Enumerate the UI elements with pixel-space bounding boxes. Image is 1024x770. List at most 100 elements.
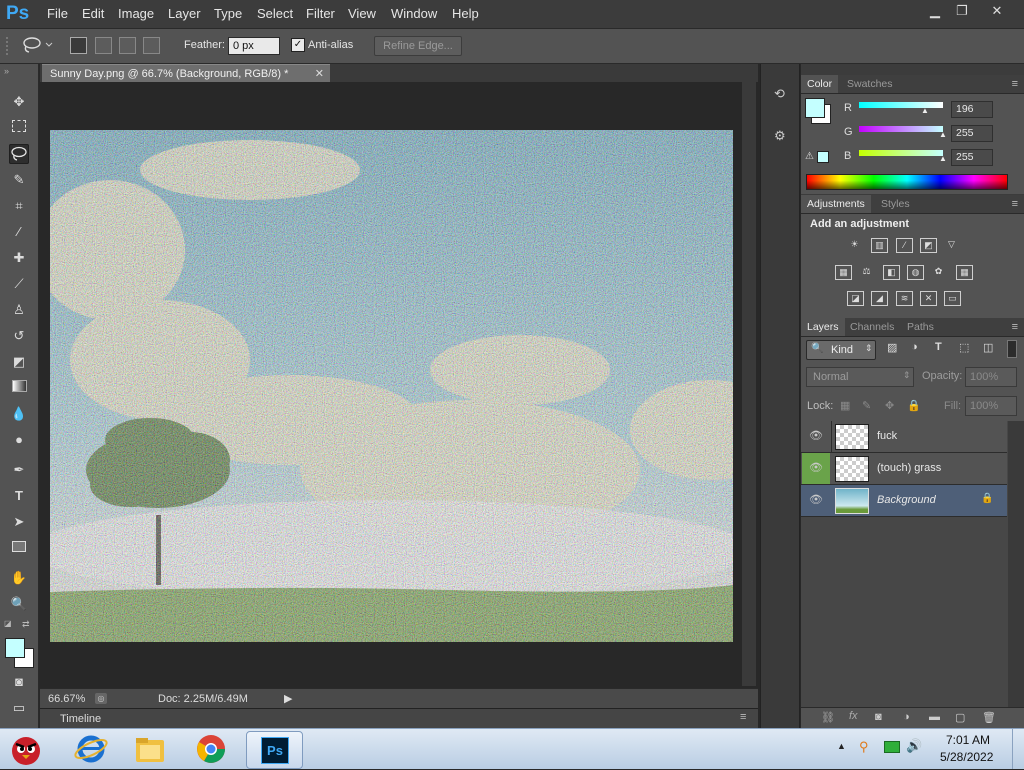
photo-filter-icon[interactable]: ◍ <box>907 265 924 280</box>
opacity-field[interactable]: 100% <box>965 367 1017 387</box>
color-balance-icon[interactable]: ⚖ <box>859 265 874 278</box>
menu-type[interactable]: Type <box>214 6 242 21</box>
new-group-icon[interactable]: ▬ <box>929 711 940 723</box>
new-adjustment-layer-icon[interactable]: ◑ <box>903 711 910 723</box>
eraser-tool-icon[interactable]: ◩ <box>9 352 29 372</box>
vibrance-icon[interactable]: ▽ <box>944 238 959 251</box>
layers-scrollbar[interactable] <box>1008 421 1024 707</box>
subtract-from-selection-button[interactable] <box>119 37 136 54</box>
document-tab[interactable]: Sunny Day.png @ 66.7% (Background, RGB/8… <box>42 64 330 83</box>
add-to-selection-button[interactable] <box>95 37 112 54</box>
path-selection-tool-icon[interactable]: ➤ <box>9 512 29 532</box>
start-button[interactable] <box>4 731 48 767</box>
menu-file[interactable]: File <box>47 6 68 21</box>
rectangle-tool-icon[interactable] <box>9 538 29 558</box>
brightness-contrast-icon[interactable]: ☀ <box>847 238 862 251</box>
new-selection-button[interactable] <box>70 37 87 54</box>
clock-date[interactable]: 5/28/2022 <box>940 750 993 764</box>
foreground-color-swatch[interactable] <box>5 638 25 658</box>
lasso-tool-icon[interactable] <box>9 144 29 164</box>
history-panel-icon[interactable]: ⟲ <box>774 86 790 104</box>
panel-foreground-swatch[interactable] <box>805 98 825 118</box>
tray-monitor-icon[interactable] <box>884 741 900 753</box>
filter-kind-dropdown[interactable]: 🔍 Kind ⇕ <box>806 340 876 360</box>
filter-type-icon[interactable]: T <box>935 341 942 353</box>
type-tool-icon[interactable]: T <box>9 486 29 506</box>
adjustments-panel-menu-icon[interactable]: ≡ <box>1012 198 1018 210</box>
color-panel-menu-icon[interactable]: ≡ <box>1012 78 1018 90</box>
menu-image[interactable]: Image <box>118 6 154 21</box>
layer-name[interactable]: fuck <box>877 430 897 442</box>
menu-view[interactable]: View <box>348 6 376 21</box>
menu-window[interactable]: Window <box>391 6 437 21</box>
tab-color[interactable]: Color <box>801 75 839 93</box>
layer-name[interactable]: Background <box>877 494 936 506</box>
visibility-eye-icon[interactable]: 👁 <box>802 453 830 484</box>
filter-shape-icon[interactable]: ⬚ <box>959 341 969 354</box>
layers-panel-menu-icon[interactable]: ≡ <box>1012 321 1018 333</box>
antialias-checkbox[interactable]: ✓ <box>291 38 305 52</box>
hand-tool-icon[interactable]: ✋ <box>9 568 29 588</box>
channel-r-value[interactable]: 196 <box>951 101 993 118</box>
menu-layer[interactable]: Layer <box>168 6 201 21</box>
filter-adjustment-icon[interactable]: ◑ <box>911 341 918 353</box>
zoom-tool-icon[interactable]: 🔍 <box>9 594 29 614</box>
feather-input[interactable]: 0 px <box>228 37 280 55</box>
show-desktop-button[interactable] <box>1012 729 1024 769</box>
menu-help[interactable]: Help <box>452 6 479 21</box>
layer-row[interactable]: 👁 (touch) grass <box>801 453 1007 485</box>
canvas-image[interactable] <box>50 130 733 642</box>
clock-time[interactable]: 7:01 AM <box>946 733 990 747</box>
screen-mode-icon[interactable]: ▭ <box>9 698 29 718</box>
quick-mask-icon[interactable]: ◙ <box>9 672 29 692</box>
lock-all-icon[interactable]: 🔒 <box>907 399 921 412</box>
intersect-selection-button[interactable] <box>143 37 160 54</box>
channel-g-thumb[interactable]: ▲ <box>939 130 947 139</box>
show-hidden-icons[interactable]: ▲ <box>837 741 846 751</box>
visibility-eye-icon[interactable]: 👁 <box>809 429 823 443</box>
filter-smart-object-icon[interactable]: ◫ <box>983 341 993 354</box>
channel-b-thumb[interactable]: ▲ <box>939 154 947 163</box>
zoom-level[interactable]: 66.67% <box>48 693 85 705</box>
channel-r-thumb[interactable]: ▲ <box>921 106 929 115</box>
channel-r-slider[interactable] <box>859 102 943 108</box>
lock-transparent-icon[interactable]: ▦ <box>840 399 850 412</box>
status-menu-arrow-icon[interactable]: ▶ <box>284 692 292 705</box>
blend-mode-dropdown[interactable]: Normal ⇕ <box>806 367 914 387</box>
quick-selection-tool-icon[interactable]: ✎ <box>9 170 29 190</box>
healing-brush-tool-icon[interactable]: ✚ <box>9 248 29 268</box>
collapse-tools-icon[interactable]: » <box>4 66 9 76</box>
tray-search-icon[interactable]: ⚲ <box>859 739 869 755</box>
channel-b-slider[interactable] <box>859 150 943 156</box>
posterize-icon[interactable]: ◢ <box>871 291 888 306</box>
threshold-icon[interactable]: ≋ <box>896 291 913 306</box>
lasso-preset-picker[interactable] <box>20 35 54 55</box>
tab-swatches[interactable]: Swatches <box>841 75 899 93</box>
timeline-label[interactable]: Timeline <box>60 713 101 725</box>
filter-pixel-icon[interactable]: ▨ <box>887 341 897 354</box>
gradient-tool-icon[interactable] <box>9 378 29 398</box>
channel-b-value[interactable]: 255 <box>951 149 993 166</box>
layer-lock-icon[interactable]: 🔒 <box>981 493 993 504</box>
gradient-map-icon[interactable]: ▭ <box>944 291 961 306</box>
invert-icon[interactable]: ◪ <box>847 291 864 306</box>
color-spectrum-ramp[interactable] <box>806 174 1008 190</box>
eyedropper-tool-icon[interactable]: ⁄ <box>9 222 29 242</box>
photoshop-taskbar-button[interactable]: Ps <box>246 731 303 769</box>
tab-adjustments[interactable]: Adjustments <box>801 195 871 213</box>
refine-edge-button[interactable]: Refine Edge... <box>374 36 462 56</box>
curves-icon[interactable]: ⁄ <box>896 238 913 253</box>
layer-row[interactable]: 👁 fuck <box>801 421 1007 453</box>
chrome-button[interactable] <box>184 731 239 767</box>
minimize-button[interactable]: ▁ <box>921 2 949 20</box>
default-colors-icon[interactable]: ◪ <box>4 619 14 628</box>
fill-field[interactable]: 100% <box>965 396 1017 416</box>
filter-toggle-switch[interactable] <box>1007 340 1017 358</box>
delete-layer-icon[interactable]: 🗑 <box>982 711 996 724</box>
layer-name[interactable]: (touch) grass <box>877 462 941 474</box>
layer-row-selected[interactable]: 👁 Background 🔒 <box>801 485 1007 517</box>
swap-colors-icon[interactable]: ⇄ <box>22 619 30 630</box>
visibility-eye-icon[interactable]: 👁 <box>809 493 823 507</box>
blur-tool-icon[interactable]: 💧 <box>9 404 29 424</box>
clone-stamp-tool-icon[interactable]: ♙ <box>9 300 29 320</box>
